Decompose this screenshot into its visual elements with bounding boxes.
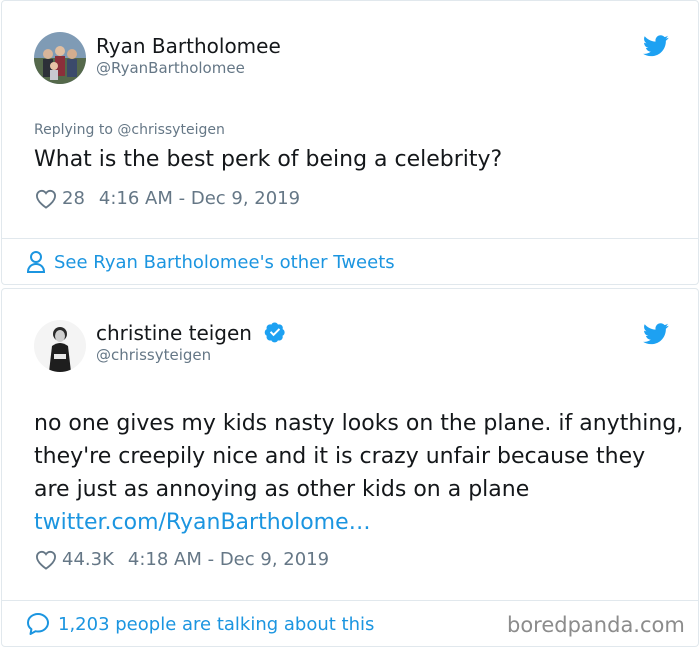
- twitter-bird-icon[interactable]: [643, 35, 669, 57]
- tweet-card-chrissy: christine teigen @chrissyteigen no one g…: [1, 288, 699, 647]
- author-name[interactable]: christine teigen: [96, 321, 252, 345]
- heart-icon[interactable]: [35, 189, 57, 209]
- timestamp[interactable]: 4:16 AM - Dec 9, 2019: [99, 188, 300, 209]
- divider: [2, 238, 698, 239]
- see-other-tweets-link[interactable]: See Ryan Bartholomee's other Tweets: [26, 250, 395, 274]
- verified-badge-icon: [265, 322, 285, 343]
- tweet-text: no one gives my kids nasty looks on the …: [34, 411, 684, 502]
- tweet-card-ryan: Ryan Bartholomee @RyanBartholomee Replyi…: [1, 0, 699, 285]
- talking-about-label[interactable]: 1,203 people are talking about this: [58, 614, 374, 635]
- like-count[interactable]: 44.3K: [62, 549, 114, 570]
- tweet-link[interactable]: twitter.com/RyanBartholome…: [34, 510, 371, 535]
- avatar-chrissy[interactable]: [34, 320, 86, 372]
- replying-to[interactable]: Replying to @chrissyteigen: [34, 122, 225, 138]
- heart-icon[interactable]: [35, 550, 57, 570]
- see-other-tweets-label[interactable]: See Ryan Bartholomee's other Tweets: [54, 252, 395, 273]
- watermark: boredpanda.com: [507, 613, 685, 637]
- author-name-row: christine teigen: [96, 321, 286, 345]
- author-handle[interactable]: @RyanBartholomee: [96, 59, 245, 77]
- talking-about-link[interactable]: 1,203 people are talking about this: [26, 612, 374, 636]
- tweet-meta: 44.3K 4:18 AM - Dec 9, 2019: [35, 549, 329, 570]
- author-name[interactable]: Ryan Bartholomee: [96, 34, 281, 58]
- timestamp[interactable]: 4:18 AM - Dec 9, 2019: [128, 549, 329, 570]
- tweet-meta: 28 4:16 AM - Dec 9, 2019: [35, 188, 300, 209]
- author-handle[interactable]: @chrissyteigen: [96, 346, 211, 364]
- person-icon: [26, 251, 46, 273]
- tweet-text-block: no one gives my kids nasty looks on the …: [34, 407, 684, 539]
- twitter-bird-icon[interactable]: [643, 323, 669, 345]
- divider: [2, 600, 698, 601]
- avatar-ryan[interactable]: [34, 32, 86, 84]
- like-count[interactable]: 28: [62, 188, 85, 209]
- tweet-text: What is the best perk of being a celebri…: [34, 147, 503, 172]
- speech-bubble-icon: [27, 613, 49, 635]
